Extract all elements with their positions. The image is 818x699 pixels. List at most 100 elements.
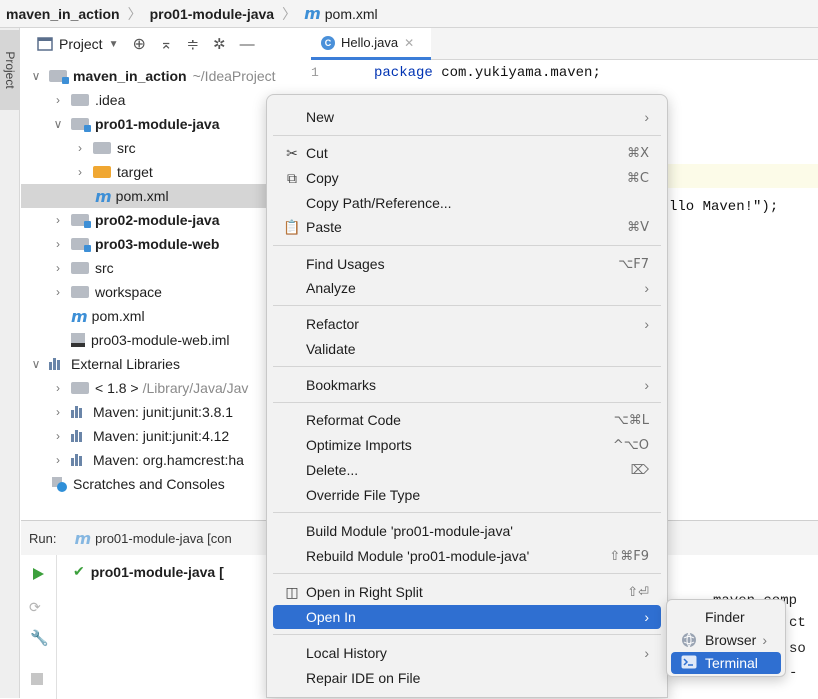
menu-item-refactor[interactable]: Refactor › bbox=[273, 312, 661, 336]
menu-item-bookmarks[interactable]: Bookmarks › bbox=[273, 373, 661, 397]
run-config-tab[interactable]: pro01-module-java [con bbox=[95, 531, 232, 546]
project-view-selector[interactable]: Project ▼ bbox=[37, 36, 118, 52]
menu-item-rebuild-module[interactable]: Rebuild Module 'pro01-module-java' ⇧⌘F9 bbox=[273, 544, 661, 568]
chevron-right-icon[interactable]: › bbox=[51, 261, 65, 275]
menu-item-copy[interactable]: ⧉ Copy ⌘C bbox=[273, 166, 661, 190]
project-tool-tab[interactable]: Project bbox=[0, 30, 20, 110]
menu-label: Validate bbox=[306, 341, 356, 357]
chevron-right-icon[interactable]: › bbox=[51, 381, 65, 395]
rerun-icon[interactable] bbox=[31, 567, 45, 581]
menu-item-build-module[interactable]: Build Module 'pro01-module-java' bbox=[273, 519, 661, 543]
tree-label: pro02-module-java bbox=[95, 212, 220, 228]
menu-item-override-file-type[interactable]: Override File Type bbox=[273, 483, 661, 507]
maven-file-icon: m bbox=[304, 4, 321, 23]
chevron-right-icon[interactable]: › bbox=[51, 453, 65, 467]
chevron-right-icon: › bbox=[644, 609, 649, 625]
chevron-right-icon: › bbox=[762, 632, 768, 648]
menu-separator bbox=[273, 245, 661, 246]
tree-label: Maven: org.hamcrest:ha bbox=[93, 452, 244, 468]
tab-label: Hello.java bbox=[341, 35, 399, 50]
menu-item-validate[interactable]: Validate bbox=[273, 337, 661, 361]
maven-file-icon: m bbox=[95, 186, 112, 206]
jdk-folder-icon bbox=[71, 382, 89, 394]
debug-icon[interactable]: ⟳ bbox=[29, 599, 41, 616]
menu-item-find-usages[interactable]: Find Usages ⌥F7 bbox=[273, 252, 661, 276]
folder-icon bbox=[71, 262, 89, 274]
menu-separator bbox=[273, 135, 661, 136]
menu-shortcut: ⇧⏎ bbox=[627, 584, 649, 600]
stop-icon[interactable] bbox=[31, 673, 43, 685]
breadcrumb-separator: 〉 bbox=[127, 5, 142, 22]
module-folder-icon bbox=[71, 118, 91, 132]
menu-item-reformat[interactable]: Reformat Code ⌥⌘L bbox=[273, 408, 661, 432]
chevron-right-icon[interactable]: › bbox=[73, 165, 87, 179]
excluded-folder-icon bbox=[93, 166, 111, 178]
run-tree-item[interactable]: ✔ pro01-module-java [ bbox=[73, 563, 224, 580]
chevron-right-icon[interactable]: › bbox=[51, 405, 65, 419]
tree-label: pro01-module-java bbox=[95, 116, 220, 132]
chevron-right-icon[interactable]: › bbox=[51, 429, 65, 443]
menu-label: Paste bbox=[306, 219, 342, 235]
chevron-down-icon[interactable]: ∨ bbox=[51, 117, 65, 131]
tree-path: /Library/Java/Jav bbox=[142, 380, 249, 396]
run-tree-label: pro01-module-java [ bbox=[90, 563, 224, 580]
collapse-all-icon[interactable]: ⌅ bbox=[160, 35, 173, 53]
tree-label: Maven: junit:junit:4.12 bbox=[93, 428, 230, 444]
menu-item-copy-path[interactable]: Copy Path/Reference... bbox=[273, 191, 661, 215]
context-menu: New › ✂ Cut ⌘X ⧉ Copy ⌘C Copy Path/Refer… bbox=[266, 94, 668, 698]
menu-label: Copy Path/Reference... bbox=[306, 195, 452, 211]
menu-item-delete[interactable]: Delete... ⌦ bbox=[273, 458, 661, 482]
menu-label: Finder bbox=[705, 609, 745, 625]
java-class-icon: C bbox=[321, 35, 335, 50]
chevron-down-icon[interactable]: ∨ bbox=[29, 357, 43, 371]
breadcrumb-project[interactable]: maven_in_action bbox=[6, 6, 120, 22]
project-view-label: Project bbox=[59, 36, 103, 52]
tree-row-root[interactable]: ∨ maven_in_action ~/IdeaProject bbox=[21, 64, 311, 88]
chevron-right-icon[interactable]: › bbox=[51, 237, 65, 251]
chevron-right-icon: › bbox=[644, 109, 649, 125]
breadcrumb-file[interactable]: pom.xml bbox=[325, 6, 378, 22]
tree-label: workspace bbox=[95, 284, 162, 300]
submenu-item-finder[interactable]: Finder bbox=[671, 606, 781, 628]
menu-item-cut[interactable]: ✂ Cut ⌘X bbox=[273, 141, 661, 165]
chevron-right-icon[interactable]: › bbox=[51, 285, 65, 299]
terminal-icon bbox=[681, 655, 697, 671]
menu-item-repair-ide[interactable]: Repair IDE on File bbox=[273, 666, 661, 690]
split-icon: ◫ bbox=[285, 584, 299, 600]
module-folder-icon bbox=[49, 70, 69, 84]
chevron-right-icon[interactable]: › bbox=[51, 93, 65, 107]
submenu-item-browser[interactable]: Browser › bbox=[671, 629, 781, 651]
open-in-submenu: Finder Browser › Terminal bbox=[666, 599, 786, 677]
hide-icon[interactable]: — bbox=[240, 36, 255, 53]
close-icon[interactable]: ✕ bbox=[404, 36, 414, 50]
wrench-icon[interactable]: 🔧 bbox=[30, 629, 49, 647]
menu-item-local-history[interactable]: Local History › bbox=[273, 641, 661, 665]
submenu-item-terminal[interactable]: Terminal bbox=[671, 652, 781, 674]
locate-icon[interactable]: ⊕ bbox=[132, 34, 145, 54]
tree-label: src bbox=[117, 140, 136, 156]
tree-label: pro03-module-web bbox=[95, 236, 220, 252]
chevron-down-icon[interactable]: ∨ bbox=[29, 69, 43, 83]
gear-icon[interactable]: ✲ bbox=[213, 35, 226, 53]
menu-item-new[interactable]: New › bbox=[273, 105, 661, 129]
menu-shortcut: ⌦ bbox=[630, 462, 649, 478]
tree-label: target bbox=[117, 164, 153, 180]
menu-shortcut: ⌘C bbox=[626, 170, 649, 186]
menu-item-open-right-split[interactable]: ◫ Open in Right Split ⇧⏎ bbox=[273, 580, 661, 604]
menu-label: Open in Right Split bbox=[306, 584, 423, 600]
tree-label: Scratches and Consoles bbox=[73, 476, 225, 492]
menu-item-analyze[interactable]: Analyze › bbox=[273, 276, 661, 300]
folder-icon bbox=[93, 142, 111, 154]
menu-item-paste[interactable]: 📋 Paste ⌘V bbox=[273, 215, 661, 239]
expand-all-icon[interactable]: ≑ bbox=[186, 35, 199, 53]
menu-item-open-in[interactable]: Open In › bbox=[273, 605, 661, 629]
chevron-right-icon[interactable]: › bbox=[73, 141, 87, 155]
copy-icon: ⧉ bbox=[287, 170, 297, 186]
menu-item-optimize-imports[interactable]: Optimize Imports ^⌥O bbox=[273, 433, 661, 457]
tab-hello-java[interactable]: C Hello.java ✕ bbox=[311, 28, 431, 60]
menu-separator bbox=[273, 366, 661, 367]
breadcrumb-module[interactable]: pro01-module-java bbox=[150, 6, 274, 22]
chevron-right-icon[interactable]: › bbox=[51, 213, 65, 227]
console-text: ct bbox=[789, 615, 806, 631]
tree-label: < 1.8 > bbox=[95, 380, 139, 396]
